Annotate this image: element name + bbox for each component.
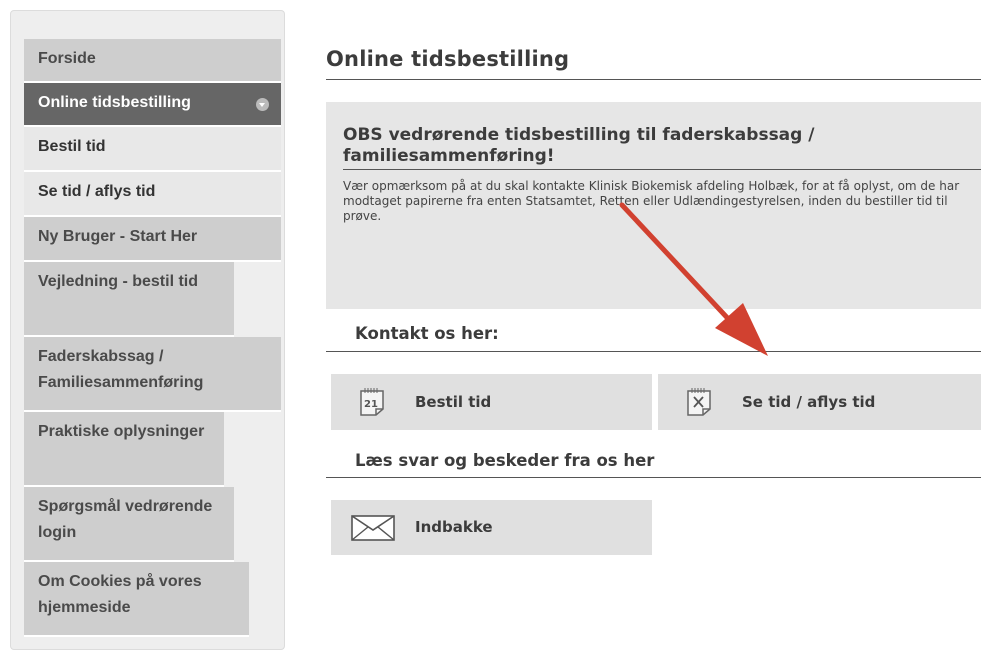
sidebar: Forside Online tidsbestilling Bestil tid… [10,10,285,650]
view-cancel-appointment-button[interactable]: Se tid / aflys tid [658,374,981,430]
sidebar-menu: Forside Online tidsbestilling Bestil tid… [24,39,281,637]
book-appointment-label: Bestil tid [415,393,492,411]
sidebar-item-faderskabssag[interactable]: Faderskabssag / Familiesammenføring [24,337,281,412]
messages-heading: Læs svar og beskeder fra os her [326,451,981,478]
cancel-calendar-icon [687,388,711,416]
notice-box: OBS vedrørende tidsbestilling til faders… [326,102,981,309]
sidebar-item-forside[interactable]: Forside [24,39,281,83]
sidebar-item-online-tidsbestilling[interactable]: Online tidsbestilling [24,83,281,127]
sidebar-item-spoergsmaal-login[interactable]: Spørgsmål vedrørende login [24,487,234,562]
sidebar-item-vejledning[interactable]: Vejledning - bestil tid [24,262,234,337]
inbox-button[interactable]: Indbakke [331,500,652,555]
chevron-down-icon [256,98,269,111]
sidebar-item-bestil-tid[interactable]: Bestil tid [24,127,281,172]
sidebar-item-label: Online tidsbestilling [38,94,191,111]
sidebar-item-om-cookies[interactable]: Om Cookies på vores hjemmeside [24,562,249,637]
sidebar-item-praktiske-oplysninger[interactable]: Praktiske oplysninger [24,412,224,487]
page-title: Online tidsbestilling [326,47,981,80]
calendar-icon: 21 [360,388,384,416]
inbox-label: Indbakke [415,518,493,536]
contact-heading: Kontakt os her: [326,324,981,352]
sidebar-item-ny-bruger[interactable]: Ny Bruger - Start Her [24,217,281,262]
view-cancel-appointment-label: Se tid / aflys tid [742,393,876,411]
envelope-icon [351,515,395,541]
notice-text: Vær opmærksom på at du skal kontakte Kli… [343,179,960,223]
notice-title: OBS vedrørende tidsbestilling til faders… [343,125,981,170]
calendar-day: 21 [364,399,378,410]
book-appointment-button[interactable]: 21 Bestil tid [331,374,652,430]
sidebar-item-se-tid-aflys-tid[interactable]: Se tid / aflys tid [24,172,281,217]
